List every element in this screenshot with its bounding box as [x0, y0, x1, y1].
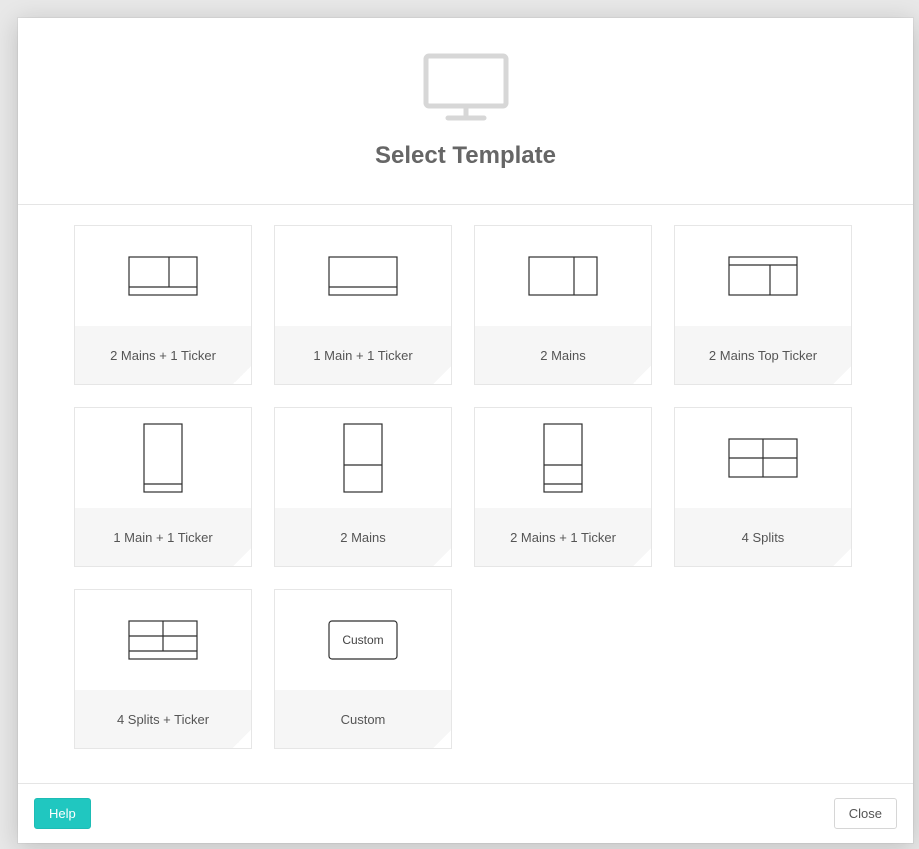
template-card-1main-1ticker-v[interactable]: 1 Main + 1 Ticker [74, 407, 252, 567]
template-thumb [275, 226, 451, 326]
template-card-2mains-h[interactable]: 2 Mains [474, 225, 652, 385]
template-thumb [75, 226, 251, 326]
modal-header: Select Template [18, 18, 913, 205]
template-thumb [475, 408, 651, 508]
template-thumb [675, 408, 851, 508]
monitor-icon [420, 52, 512, 124]
template-card-4splits-ticker[interactable]: 4 Splits + Ticker [74, 589, 252, 749]
template-grid: 2 Mains + 1 Ticker 1 Main + 1 Ticker [74, 225, 857, 749]
layout-2mains-horizontal-icon [528, 256, 598, 296]
modal-footer: Help Close [18, 783, 913, 843]
template-label: 4 Splits [675, 508, 851, 566]
close-button[interactable]: Close [834, 798, 897, 829]
template-card-1main-1ticker-h[interactable]: 1 Main + 1 Ticker [274, 225, 452, 385]
template-card-4splits[interactable]: 4 Splits [674, 407, 852, 567]
layout-topticker-2mains-icon [728, 256, 798, 296]
layout-4splits-icon [728, 438, 798, 478]
template-label: Custom [275, 690, 451, 748]
layout-1main-ticker-vertical-icon [143, 423, 183, 493]
template-card-2mains-1ticker-v[interactable]: 2 Mains + 1 Ticker [474, 407, 652, 567]
layout-2mains-ticker-horizontal-icon [128, 256, 198, 296]
layout-4splits-ticker-icon [128, 620, 198, 660]
template-card-2mains-v[interactable]: 2 Mains [274, 407, 452, 567]
template-label: 2 Mains Top Ticker [675, 326, 851, 384]
layout-2mains-ticker-vertical-icon [543, 423, 583, 493]
template-thumb [75, 408, 251, 508]
custom-inner-label: Custom [342, 633, 383, 647]
template-thumb [75, 590, 251, 690]
template-thumb [675, 226, 851, 326]
template-label: 2 Mains [475, 326, 651, 384]
select-template-modal: Select Template 2 Mains + 1 Ticker [18, 18, 913, 843]
modal-body: 2 Mains + 1 Ticker 1 Main + 1 Ticker [18, 205, 913, 783]
help-button[interactable]: Help [34, 798, 91, 829]
modal-title: Select Template [375, 142, 556, 170]
template-label: 4 Splits + Ticker [75, 690, 251, 748]
layout-1main-ticker-horizontal-icon [328, 256, 398, 296]
template-thumb: Custom [275, 590, 451, 690]
template-thumb [475, 226, 651, 326]
template-label: 2 Mains [275, 508, 451, 566]
template-card-2mains-topticker[interactable]: 2 Mains Top Ticker [674, 225, 852, 385]
template-label: 1 Main + 1 Ticker [275, 326, 451, 384]
template-label: 2 Mains + 1 Ticker [75, 326, 251, 384]
template-label: 1 Main + 1 Ticker [75, 508, 251, 566]
template-card-custom[interactable]: Custom Custom [274, 589, 452, 749]
layout-2mains-vertical-icon [343, 423, 383, 493]
layout-custom-icon: Custom [328, 620, 398, 660]
template-card-2mains-1ticker-h[interactable]: 2 Mains + 1 Ticker [74, 225, 252, 385]
template-thumb [275, 408, 451, 508]
template-label: 2 Mains + 1 Ticker [475, 508, 651, 566]
